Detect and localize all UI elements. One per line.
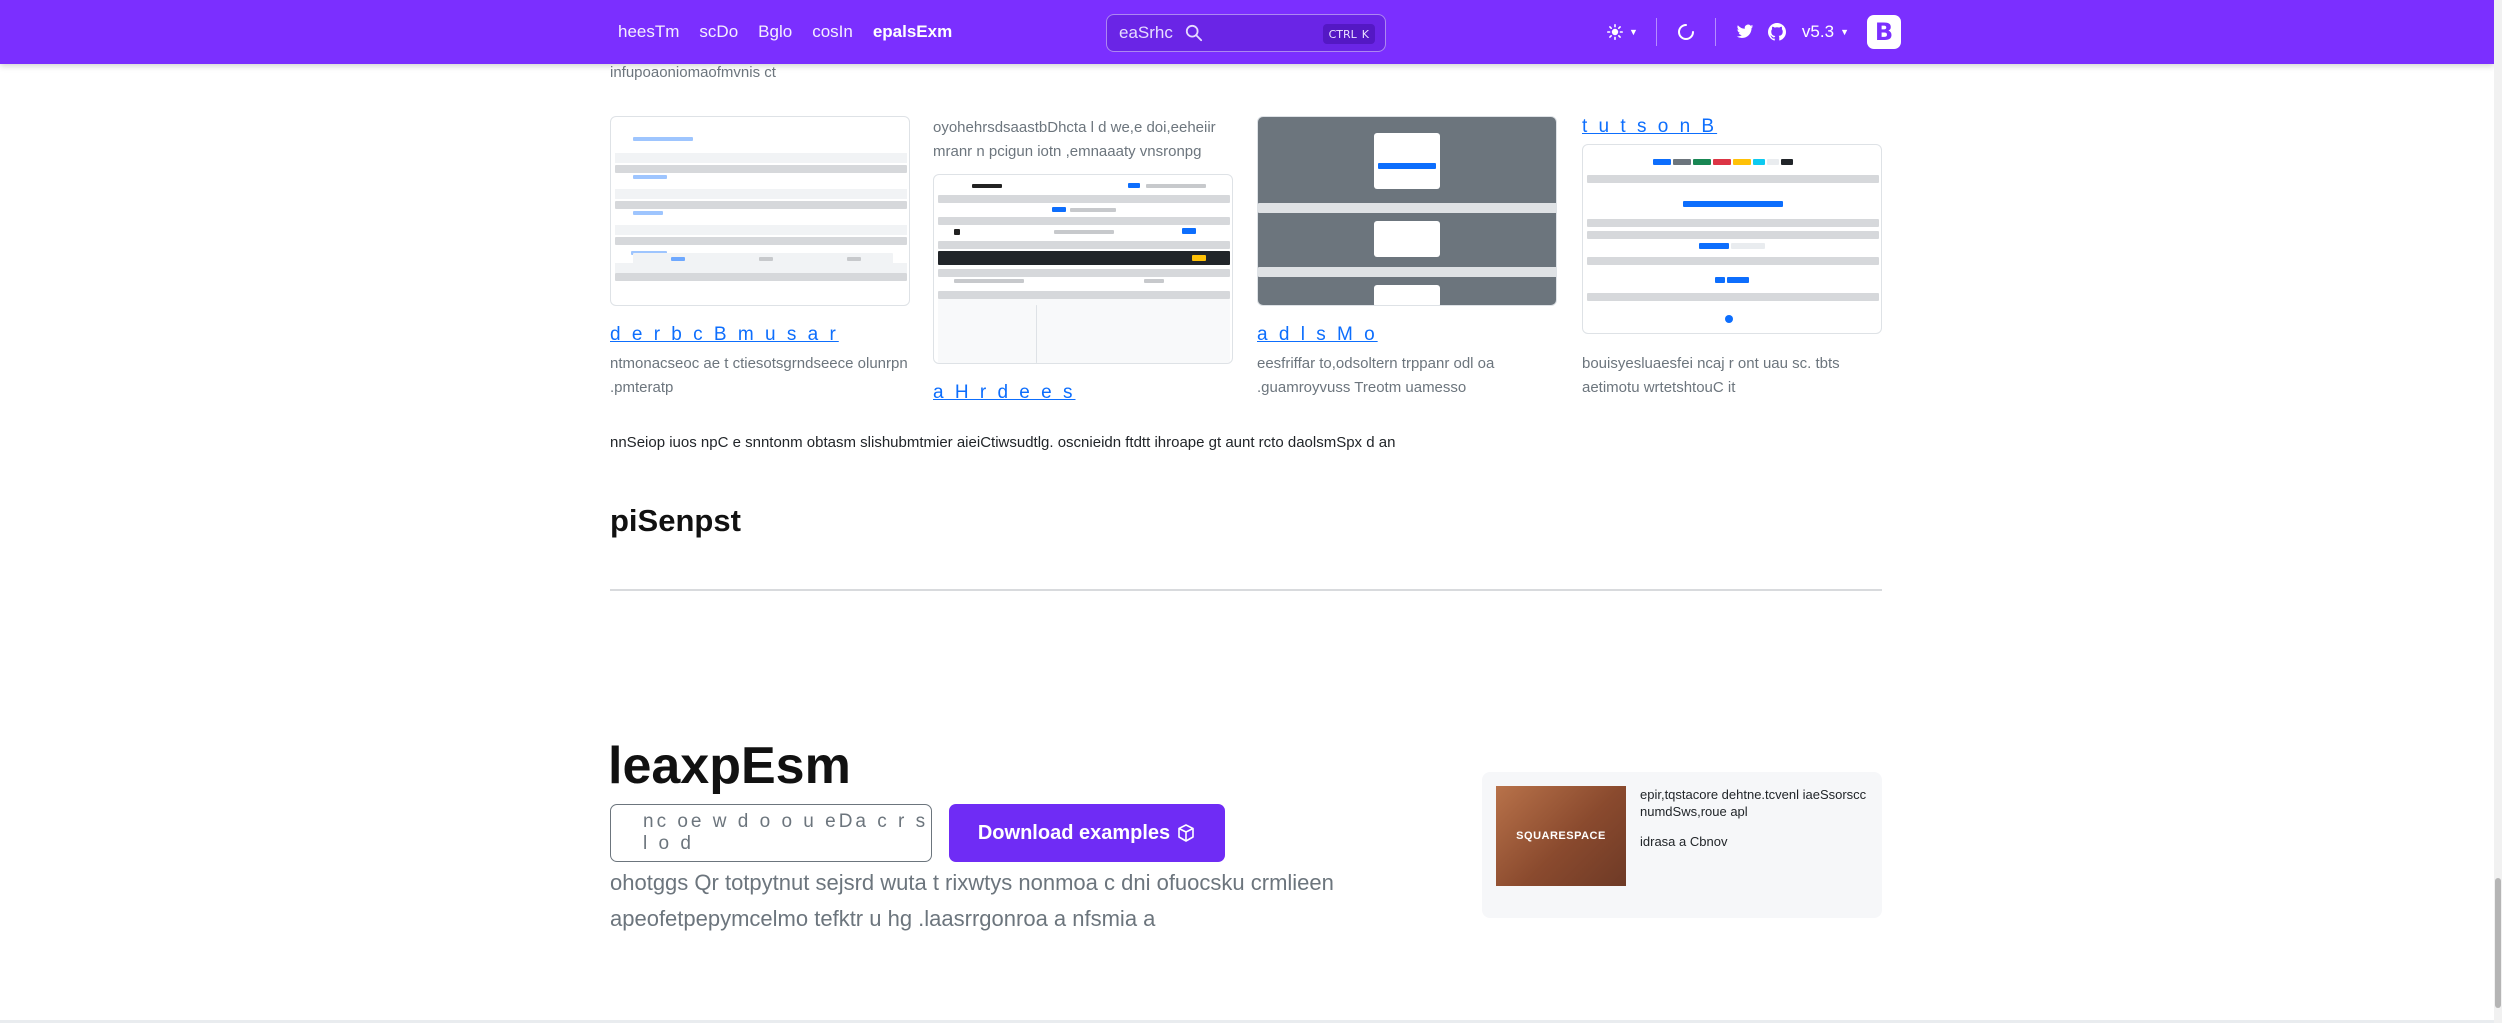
- snippets-heading: piSenpst: [610, 503, 741, 538]
- example-card-buttons: t u t s o n B bouisyesluaesfei ncaj r on…: [1582, 116, 1882, 400]
- search-icon: [1185, 24, 1202, 42]
- nav-link-docs[interactable]: scDo: [699, 22, 738, 42]
- intro-text: infupoaoniomaofmvnis ct: [610, 64, 776, 81]
- shortcut-key: K: [1361, 27, 1369, 41]
- loader-icon[interactable]: [1675, 21, 1697, 43]
- nav-right: ▼ v5.3 ▼ B: [1604, 0, 1901, 64]
- version-label: v5.3: [1801, 22, 1835, 41]
- notice-text: nnSeiop iuos npC e snntonm obtasm slishu…: [610, 434, 1396, 451]
- search-button[interactable]: eaSrhc CTRL K: [1106, 14, 1386, 52]
- examples-lead: ohotggs Qr totpytnut sejsrd wuta t rixwt…: [610, 870, 1334, 931]
- twitter-icon[interactable]: [1734, 21, 1756, 43]
- nav-links: heesTm scDo Bglo cosIn epalsExm: [618, 0, 972, 64]
- examples-heading: leaxpEsm: [608, 737, 851, 795]
- carbon-ad: SQUARESPACE epir,tqstacore dehtne.tcvenl…: [1482, 772, 1882, 918]
- example-thumbnail[interactable]: [1582, 144, 1882, 334]
- card-title-link[interactable]: t u t s o n B: [1582, 116, 1882, 138]
- nav-link-home[interactable]: heesTm: [618, 22, 679, 42]
- card-description: bouisyesluaesfei ncaj r ont uau sc. tbts…: [1582, 355, 1840, 396]
- card-description: oyohehrsdsaastbDhcta l d we,e doi,eeheii…: [933, 119, 1216, 160]
- top-navbar: heesTm scDo Bglo cosIn epalsExm eaSrhc C…: [0, 0, 2494, 64]
- version-dropdown[interactable]: v5.3 ▼: [1802, 22, 1849, 42]
- search-shortcut: CTRL K: [1322, 24, 1375, 44]
- ad-image[interactable]: SQUARESPACE: [1496, 786, 1626, 886]
- section-divider: [610, 589, 1882, 591]
- version-chevron-icon: ▼: [1840, 27, 1849, 37]
- scrollbar-thumb[interactable]: [2495, 878, 2501, 1008]
- download-examples-button[interactable]: Download examples: [949, 804, 1225, 862]
- example-card-headers: oyohehrsdsaastbDhcta l d we,e doi,eeheii…: [933, 116, 1233, 404]
- example-thumbnail[interactable]: [933, 174, 1233, 364]
- example-card-breadcrumb: d e r b c B m u s a r ntmonacseoc ae t c…: [610, 116, 910, 400]
- card-title-link[interactable]: a d l s M o: [1257, 324, 1557, 346]
- example-thumbnail[interactable]: [610, 116, 910, 306]
- card-description: eesfriffar to,odsoltern trppanr odl oa .…: [1257, 355, 1495, 396]
- card-description: ntmonacseoc ae t ctiesotsgrndseece olunr…: [610, 355, 908, 396]
- shortcut-mod: CTRL: [1328, 27, 1357, 41]
- search-placeholder: eaSrhc: [1119, 23, 1173, 42]
- ad-via-link[interactable]: idrasa a Cbnov: [1640, 834, 1727, 849]
- box-icon: [1178, 824, 1194, 842]
- nav-link-examples[interactable]: epalsExm: [873, 22, 952, 42]
- nav-link-blog[interactable]: Bglo: [758, 22, 792, 42]
- nav-link-icons[interactable]: cosIn: [812, 22, 853, 42]
- download-examples-label: Download examples: [977, 821, 1171, 844]
- example-card-modals: a d l s M o eesfriffar to,odsoltern trpp…: [1257, 116, 1557, 400]
- nav-divider: [1655, 18, 1657, 46]
- github-icon[interactable]: [1766, 21, 1788, 43]
- example-thumbnail[interactable]: [1257, 116, 1557, 306]
- scrollbar-track[interactable]: [2494, 0, 2502, 1023]
- nav-divider-2: [1714, 18, 1716, 46]
- ad-text[interactable]: epir,tqstacore dehtne.tcvenl iaeSsorscc …: [1640, 786, 1868, 820]
- copy-command-field[interactable]: nc oe w d o o u eDa c r s l o d: [610, 804, 932, 862]
- brand-logo[interactable]: B: [1866, 15, 1901, 49]
- ad-image-label: SQUARESPACE: [1516, 830, 1606, 842]
- theme-sun-icon[interactable]: [1604, 21, 1626, 43]
- card-title-link[interactable]: d e r b c B m u s a r: [610, 324, 910, 346]
- card-title-link[interactable]: a H r d e e s: [933, 382, 1233, 404]
- chevron-down-icon[interactable]: ▼: [1629, 27, 1638, 37]
